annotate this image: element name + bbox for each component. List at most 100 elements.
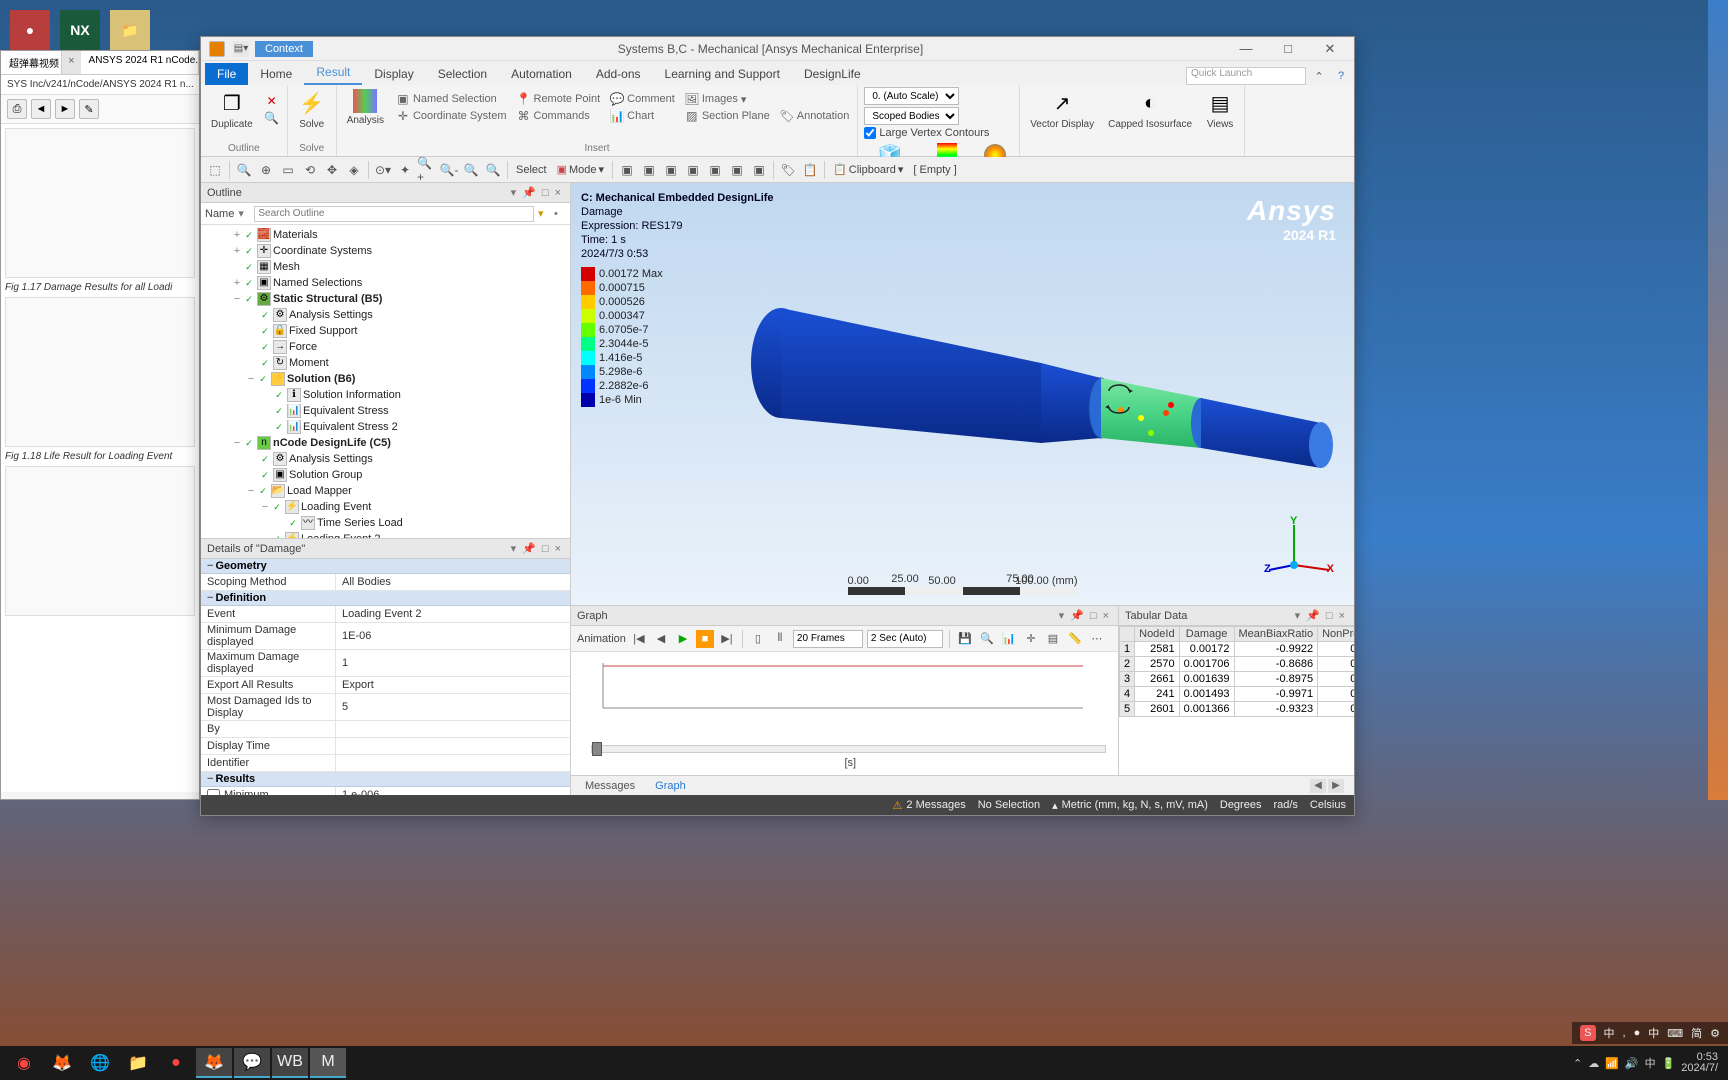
- tab-selection[interactable]: Selection: [426, 63, 499, 85]
- view-icon-5[interactable]: ▣: [705, 160, 725, 180]
- workbench-icon[interactable]: WB: [272, 1048, 308, 1078]
- zoom-graph-icon[interactable]: 🔍: [978, 630, 996, 648]
- view-icon-6[interactable]: ▣: [727, 160, 747, 180]
- view-icon-1[interactable]: ▣: [617, 160, 637, 180]
- view-icon-4[interactable]: ▣: [683, 160, 703, 180]
- orient-icon[interactable]: ⬚: [205, 160, 225, 180]
- mode-dropdown[interactable]: ▣Mode▾: [553, 163, 608, 176]
- scoped-bodies-select[interactable]: Scoped Bodies: [864, 107, 959, 125]
- search-outline-input[interactable]: [254, 206, 534, 222]
- rotate-icon[interactable]: ⟲: [300, 160, 320, 180]
- images-button[interactable]: 🖼Images▾: [683, 91, 772, 107]
- view-icon-7[interactable]: ▣: [749, 160, 769, 180]
- look-at-icon[interactable]: ⊙▾: [373, 160, 393, 180]
- bg-tab-1[interactable]: 超弹幕视频: [1, 51, 62, 74]
- tab-learning[interactable]: Learning and Support: [653, 63, 792, 85]
- ime-tray[interactable]: S 中, ●中 ⌨简 ⚙: [1572, 1022, 1728, 1044]
- large-vertex-checkbox[interactable]: Large Vertex Contours: [864, 127, 1013, 139]
- analysis-button[interactable]: Analysis: [343, 87, 388, 128]
- maximize-pane-icon[interactable]: □: [1087, 610, 1100, 622]
- delete-button[interactable]: ✕: [263, 93, 281, 109]
- annotation-button[interactable]: 🏷Annotation: [778, 108, 852, 124]
- stop-icon[interactable]: ■: [696, 630, 714, 648]
- tab-display[interactable]: Display: [362, 63, 425, 85]
- more-icon[interactable]: ⋯: [1088, 630, 1106, 648]
- view-icon-3[interactable]: ▣: [661, 160, 681, 180]
- pin-icon[interactable]: 📌: [1303, 609, 1323, 622]
- back-icon[interactable]: ◄: [31, 99, 51, 119]
- commands-button[interactable]: ⌘Commands: [515, 108, 603, 124]
- zoom-sel-icon[interactable]: 🔍: [461, 160, 481, 180]
- select-dropdown[interactable]: Select: [512, 164, 551, 176]
- capped-iso-button[interactable]: ◐Capped Isosurface: [1104, 87, 1196, 132]
- views-button[interactable]: ▤Views: [1202, 87, 1238, 132]
- pin-icon[interactable]: 📌: [1067, 609, 1087, 622]
- coord-system-button[interactable]: ✛Coordinate System: [394, 108, 509, 124]
- chevron-down-icon[interactable]: ▾: [508, 186, 520, 199]
- tab-automation[interactable]: Automation: [499, 63, 584, 85]
- bg-tab-2[interactable]: ANSYS 2024 R1 nCode...: [81, 51, 199, 74]
- mechanical-icon[interactable]: M: [310, 1048, 346, 1078]
- wechat-icon[interactable]: 💬: [234, 1048, 270, 1078]
- explorer-icon[interactable]: 📁: [120, 1048, 156, 1078]
- status-celsius[interactable]: Celsius: [1310, 799, 1346, 811]
- chevron-down-icon[interactable]: ▾: [508, 542, 520, 555]
- autoscale-select[interactable]: 0. (Auto Scale): [864, 87, 959, 105]
- close-pane-icon[interactable]: ×: [1336, 610, 1348, 622]
- maximize-pane-icon[interactable]: □: [539, 543, 552, 555]
- clipboard-icon[interactable]: 📋: [800, 160, 820, 180]
- find-button[interactable]: 🔍: [263, 110, 281, 126]
- filter-icon[interactable]: ▾: [538, 207, 550, 220]
- scroll-right-icon[interactable]: ▶: [1328, 779, 1344, 793]
- ruler-icon[interactable]: 📏: [1066, 630, 1084, 648]
- tab-file[interactable]: File: [205, 63, 248, 85]
- edge-icon[interactable]: 🌐: [82, 1048, 118, 1078]
- clock[interactable]: 0:532024/7/: [1681, 1052, 1722, 1074]
- tab-home[interactable]: Home: [248, 63, 304, 85]
- named-selection-button[interactable]: ▣Named Selection: [394, 91, 509, 107]
- dist-icon[interactable]: ⫴: [771, 630, 789, 648]
- timestep-input[interactable]: [867, 630, 943, 648]
- view-triad[interactable]: Y X Z: [1264, 515, 1334, 585]
- close-pane-icon[interactable]: ×: [552, 543, 564, 555]
- close-pane-icon[interactable]: ×: [552, 187, 564, 199]
- quick-launch-input[interactable]: Quick Launch: [1186, 67, 1306, 85]
- maximize-button[interactable]: □: [1270, 38, 1306, 60]
- name-column-label[interactable]: Name: [205, 208, 234, 220]
- remote-point-button[interactable]: 📍Remote Point: [515, 91, 603, 107]
- solve-button[interactable]: ⚡Solve: [294, 87, 330, 132]
- prev-frame-icon[interactable]: ◀: [652, 630, 670, 648]
- status-degrees[interactable]: Degrees: [1220, 799, 1262, 811]
- section-plane-button[interactable]: ▨Section Plane: [683, 108, 772, 124]
- view-icon-2[interactable]: ▣: [639, 160, 659, 180]
- context-tab[interactable]: Context: [255, 41, 313, 57]
- zoom-fit-icon[interactable]: 🔍: [234, 160, 254, 180]
- dot-icon[interactable]: •: [554, 208, 566, 220]
- chart-button[interactable]: 📊Chart: [608, 108, 677, 124]
- tab-addons[interactable]: Add-ons: [584, 63, 653, 85]
- play-icon[interactable]: ▶: [674, 630, 692, 648]
- maximize-pane-icon[interactable]: □: [1323, 610, 1336, 622]
- record-icon[interactable]: ●: [158, 1048, 194, 1078]
- chart-opt-icon[interactable]: 📊: [1000, 630, 1018, 648]
- zoom-reset-icon[interactable]: 🔍: [483, 160, 503, 180]
- status-rads[interactable]: rad/s: [1273, 799, 1297, 811]
- status-messages[interactable]: ⚠2 Messages: [893, 799, 966, 812]
- chevron-down-icon[interactable]: ▾: [1292, 609, 1304, 622]
- help-icon[interactable]: ?: [1332, 67, 1350, 85]
- tab-messages[interactable]: Messages: [575, 778, 645, 794]
- chevron-down-icon[interactable]: ▾: [238, 207, 250, 220]
- outline-tree[interactable]: +✓🧱Materials +✓✛Coordinate Systems ✓▦Mes…: [201, 225, 570, 538]
- first-frame-icon[interactable]: |◀: [630, 630, 648, 648]
- collapse-ribbon-icon[interactable]: ⌃: [1310, 67, 1328, 85]
- status-units[interactable]: ▴Metric (mm, kg, N, s, mV, mA): [1052, 799, 1208, 812]
- export-icon[interactable]: 💾: [956, 630, 974, 648]
- axis-icon[interactable]: ✛: [1022, 630, 1040, 648]
- grid-icon[interactable]: ▤: [1044, 630, 1062, 648]
- maximize-pane-icon[interactable]: □: [539, 187, 552, 199]
- system-tray[interactable]: ⌃ ☁ 📶 🔊 中 🔋 0:532024/7/: [1573, 1052, 1722, 1074]
- edit-icon[interactable]: ✎: [79, 99, 99, 119]
- qat-dropdown-icon[interactable]: ▤▾: [233, 41, 249, 57]
- forward-icon[interactable]: ►: [55, 99, 75, 119]
- graph-canvas[interactable]: [s]: [571, 652, 1118, 775]
